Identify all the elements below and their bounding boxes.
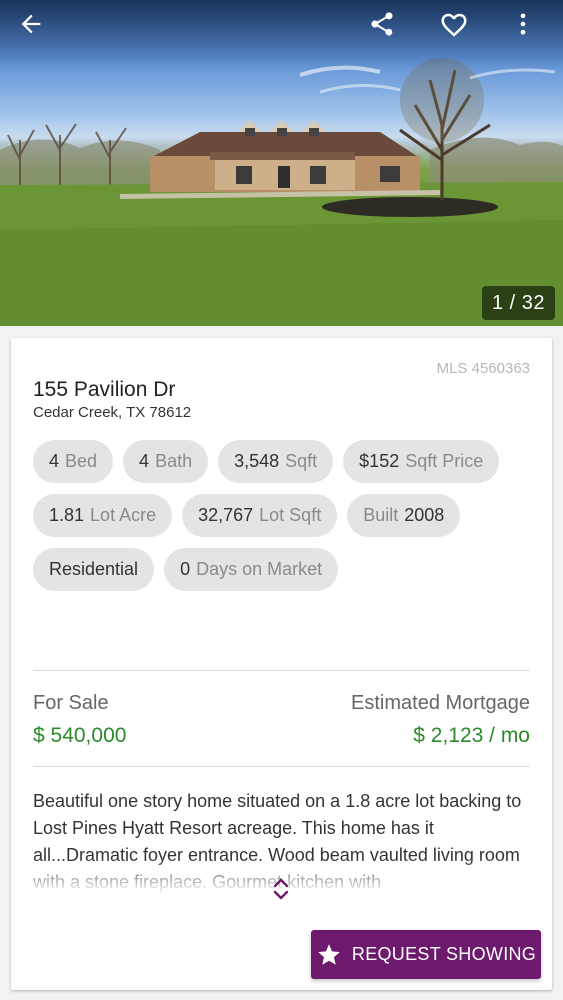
expand-chevrons-icon <box>273 878 289 900</box>
share-button[interactable] <box>368 10 404 46</box>
more-vert-icon <box>520 13 526 35</box>
mls-number: MLS 4560363 <box>436 360 530 377</box>
back-button[interactable] <box>17 10 53 46</box>
favorite-button[interactable] <box>439 10 475 46</box>
request-showing-label: REQUEST SHOWING <box>351 944 537 964</box>
photo-counter: 1 / 32 <box>481 286 555 320</box>
address-city: Cedar Creek, TX 78612 <box>33 404 192 421</box>
chip-days-on-market: 0 Days on Market <box>164 548 339 591</box>
photo-topbar-gradient <box>0 0 563 70</box>
list-price: $ 540,000 <box>33 724 127 747</box>
share-icon <box>371 12 393 36</box>
chip-lot-sqft: 32,767 Lot Sqft <box>182 494 338 537</box>
chip-lot-acre: 1.81 Lot Acre <box>33 494 173 537</box>
chip-sqft: 3,548 Sqft <box>218 440 334 483</box>
listing-card: MLS 4560363 155 Pavilion Dr Cedar Creek,… <box>11 338 552 990</box>
chip-sqft-price: $152 Sqft Price <box>343 440 500 483</box>
request-showing-button[interactable]: REQUEST SHOWING <box>311 930 541 979</box>
heart-icon <box>441 13 467 37</box>
back-arrow-icon <box>21 14 41 34</box>
address-street: 155 Pavilion Dr <box>33 378 176 401</box>
for-sale-label: For Sale <box>33 692 109 714</box>
listing-photo[interactable]: 1 / 32 <box>0 0 563 326</box>
divider <box>33 766 530 767</box>
chip-bath: 4 Bath <box>123 440 209 483</box>
more-options-button[interactable] <box>509 10 545 46</box>
estimated-mortgage-label: Estimated Mortgage <box>351 692 530 714</box>
divider <box>33 670 530 671</box>
estimated-mortgage-value[interactable]: $ 2,123 / mo <box>413 724 530 748</box>
property-chips: 4 Bed 4 Bath 3,548 Sqft $152 Sqft Price 1.81… <box>33 440 533 602</box>
chip-year-built: Built 2008 <box>347 494 461 537</box>
chip-bed: 4 Bed <box>33 440 114 483</box>
star-icon <box>316 942 342 968</box>
expand-description-button[interactable] <box>269 874 293 904</box>
chip-property-type: Residential <box>33 548 155 591</box>
